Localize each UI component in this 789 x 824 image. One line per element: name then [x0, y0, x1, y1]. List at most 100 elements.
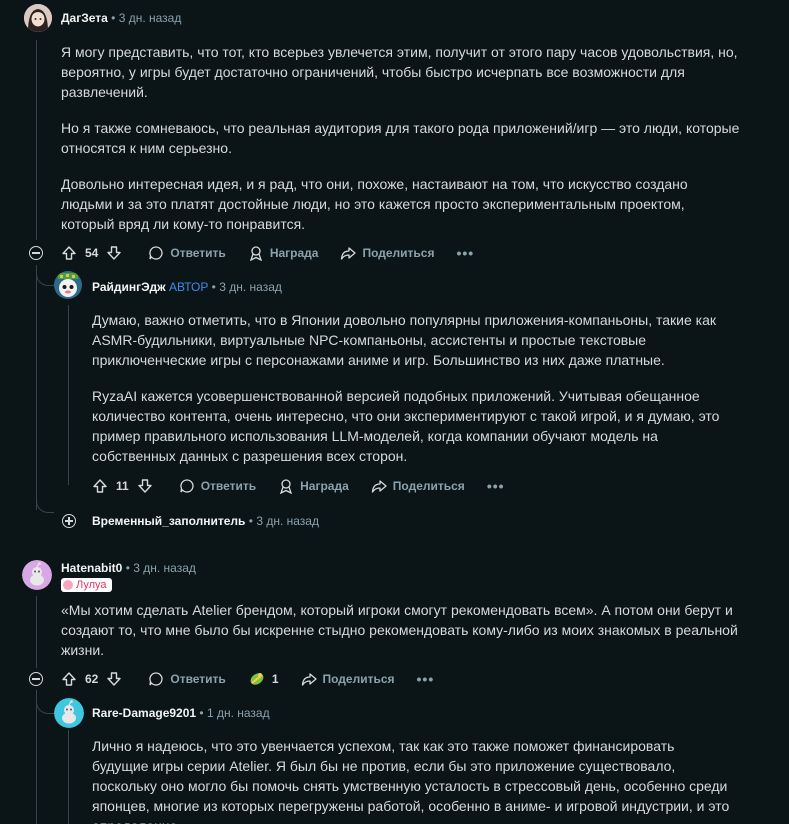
avatar[interactable] [24, 4, 52, 32]
reply-label: Ответить [170, 672, 226, 686]
avatar[interactable] [22, 560, 52, 590]
more-options-button[interactable]: ••• [417, 671, 435, 687]
separator: • [111, 11, 116, 25]
award-icon [249, 246, 262, 261]
timestamp[interactable]: 3 дн. назад [119, 11, 182, 25]
share-button[interactable]: Поделиться [371, 478, 465, 494]
username[interactable]: ДагЗета [61, 11, 108, 25]
separator: • [199, 706, 204, 720]
award-label: Награда [269, 246, 319, 260]
comment-body: Я могу представить, что тот, кто всерьез… [61, 42, 741, 246]
vote-group: 11 [92, 478, 153, 494]
comment-icon [149, 672, 163, 686]
reply-label: Ответить [200, 479, 257, 493]
comment-header: Rare-Damage9201 • 1 дн. назад [92, 706, 270, 720]
avatar[interactable] [54, 698, 84, 728]
avatar[interactable] [54, 271, 82, 299]
comment-paragraph: Думаю, важно отметить, что в Японии дово… [92, 312, 716, 368]
thread-line [36, 40, 37, 240]
comment-header: Временный_заполнитель • 3 дн. назад [92, 514, 319, 528]
award-button[interactable]: 1 [248, 670, 279, 688]
flair-badge: Лулуа [61, 578, 112, 592]
downvote-icon[interactable] [137, 478, 153, 494]
comment-paragraph: Лично я надеюсь, что это увенчается успе… [92, 738, 730, 824]
vote-count: 54 [85, 246, 99, 260]
thread-line [36, 690, 37, 824]
thread-line [68, 730, 69, 824]
comment-paragraph: RyzaAI кажется усовершенствованной верси… [92, 388, 720, 464]
reply-button[interactable]: Ответить [148, 671, 226, 687]
username[interactable]: Временный_заполнитель [92, 514, 245, 528]
share-icon [341, 247, 357, 260]
more-icon: ••• [416, 671, 435, 687]
reply-button[interactable]: Ответить [179, 478, 256, 494]
award-icon [280, 479, 293, 494]
thread-branch [36, 690, 54, 714]
comment-paragraph: Но я также сомневаюсь, что реальная ауди… [61, 120, 740, 156]
thread-branch [36, 265, 54, 286]
vote-count: 62 [85, 672, 99, 686]
award-button[interactable]: Награда [248, 245, 319, 261]
username[interactable]: РайдингЭдж [92, 280, 166, 294]
upvote-icon[interactable] [61, 245, 77, 261]
vote-group: 54 [61, 245, 122, 261]
thread-line [36, 265, 37, 510]
comment-header: ДагЗета • 3 дн. назад [61, 11, 181, 25]
separator: • [125, 561, 130, 575]
username[interactable]: Rare-Damage9201 [92, 706, 196, 720]
comment-icon [149, 246, 163, 260]
share-button[interactable]: Поделиться [301, 671, 395, 687]
comment-actions: 62 Ответить 1 Поделиться ••• [61, 667, 456, 691]
comment-paragraph: Я могу представить, что тот, кто всерьез… [61, 44, 738, 100]
timestamp[interactable]: 3 дн. назад [219, 280, 282, 294]
more-icon: ••• [486, 478, 505, 494]
reply-label: Ответить [170, 246, 226, 260]
award-label: Награда [300, 479, 349, 493]
flair-text: Лулуа [76, 579, 107, 591]
timestamp[interactable]: 1 дн. назад [207, 706, 270, 720]
vote-group: 62 [61, 671, 122, 687]
reply-button[interactable]: Ответить [148, 245, 226, 261]
timestamp[interactable]: 3 дн. назад [133, 561, 196, 575]
thread-branch [36, 497, 54, 513]
flair-icon [63, 580, 73, 590]
more-options-button[interactable]: ••• [487, 478, 505, 494]
comment-paragraph: «Мы хотим сделать Atelier брендом, котор… [61, 602, 738, 658]
award-button[interactable]: Награда [278, 478, 349, 494]
comment-header: РайдингЭдж АВТОР • 3 дн. назад [92, 280, 282, 294]
collapse-thread-button[interactable] [29, 246, 43, 260]
op-badge: АВТОР [168, 280, 209, 294]
comment-header: Hatenabit0 • 3 дн. назад [61, 561, 196, 575]
award-count: 1 [271, 672, 279, 686]
vote-count: 11 [116, 479, 129, 493]
comment-actions: 11 Ответить Награда Поделиться ••• [92, 474, 527, 498]
comment-paragraph: Довольно интересная идея, и я рад, что о… [61, 176, 688, 232]
more-icon: ••• [456, 245, 475, 261]
thread-line [36, 596, 37, 668]
downvote-icon[interactable] [106, 671, 122, 687]
comment-body: Лично я надеюсь, что это увенчается успе… [92, 736, 732, 824]
upvote-icon[interactable] [92, 478, 108, 494]
share-button[interactable]: Поделиться [340, 245, 434, 261]
share-icon [371, 480, 387, 493]
comment-actions: 54 Ответить Награда Поделиться ••• [61, 241, 496, 265]
share-label: Поделиться [362, 246, 435, 260]
separator: • [211, 280, 216, 294]
share-icon [301, 673, 317, 686]
downvote-icon[interactable] [106, 245, 122, 261]
award-icon [250, 673, 264, 685]
timestamp[interactable]: 3 дн. назад [256, 514, 319, 528]
expand-thread-button[interactable] [62, 514, 76, 528]
share-label: Поделиться [392, 479, 465, 493]
comment-body: Думаю, важно отметить, что в Японии дово… [92, 310, 732, 478]
separator: • [248, 514, 253, 528]
thread-line [68, 305, 69, 485]
comment-body: «Мы хотим сделать Atelier брендом, котор… [61, 600, 741, 672]
user-flair: Лулуа [61, 577, 112, 595]
share-label: Поделиться [322, 672, 395, 686]
collapse-thread-button[interactable] [29, 672, 43, 686]
username[interactable]: Hatenabit0 [61, 561, 122, 575]
comment-icon [180, 479, 194, 493]
upvote-icon[interactable] [61, 671, 77, 687]
more-options-button[interactable]: ••• [456, 245, 474, 261]
